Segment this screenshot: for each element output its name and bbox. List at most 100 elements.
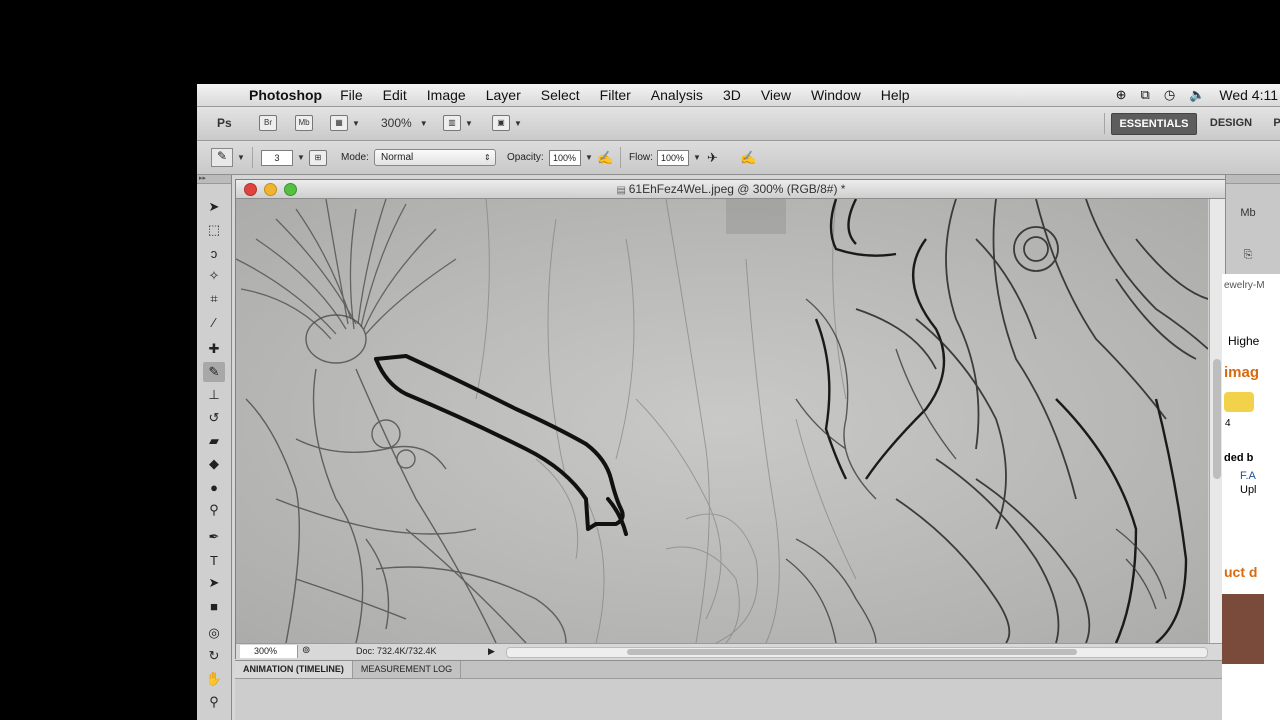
- marquee-tool-icon[interactable]: ⬚: [203, 220, 225, 240]
- panel-grip[interactable]: [1226, 175, 1280, 184]
- horizontal-scrollbar[interactable]: [506, 647, 1208, 658]
- menu-window[interactable]: Window: [811, 87, 861, 103]
- tool-preset-picker[interactable]: ✎ ▼: [211, 148, 245, 167]
- workspace-essentials[interactable]: ESSENTIALS: [1111, 113, 1197, 135]
- menu-help[interactable]: Help: [881, 87, 910, 103]
- bottom-panel-tabs: ANIMATION (TIMELINE) MEASUREMENT LOG: [235, 661, 1225, 679]
- divider: [252, 147, 253, 168]
- type-tool-icon[interactable]: T: [203, 550, 225, 570]
- opacity-field[interactable]: 100% ▼: [549, 149, 593, 166]
- zoom-level-value: 300%: [381, 116, 412, 130]
- bottom-panel: ANIMATION (TIMELINE) MEASUREMENT LOG: [235, 660, 1225, 720]
- workspace-painting[interactable]: P: [1271, 113, 1280, 133]
- brush-size-picker[interactable]: 3 ▼: [261, 149, 305, 166]
- status-menu-icon[interactable]: ⊚: [302, 645, 310, 656]
- history-brush-tool-icon[interactable]: ↺: [203, 408, 225, 428]
- vertical-scroll-thumb[interactable]: [1213, 359, 1221, 479]
- menu-file[interactable]: File: [340, 87, 363, 103]
- launch-mini-bridge-button[interactable]: Mb: [295, 114, 313, 132]
- brush-icon: ✎: [211, 148, 233, 167]
- bg-text-5: ded b: [1224, 452, 1254, 464]
- quick-selection-tool-icon[interactable]: ✧: [203, 266, 225, 286]
- pen-tool-icon[interactable]: ✒: [203, 527, 225, 547]
- workspace-design[interactable]: DESIGN: [1202, 113, 1260, 133]
- chevron-down-icon: ▼: [514, 118, 522, 128]
- blur-tool-icon[interactable]: ●: [203, 477, 225, 497]
- arrange-documents-button[interactable]: ▥ ▼: [443, 114, 473, 132]
- image-canvas[interactable]: [236, 199, 1208, 643]
- status-menu-globe-icon[interactable]: ⊕: [1116, 87, 1127, 103]
- document-title-bar[interactable]: ▤ 61EhFez4WeL.jpeg @ 300% (RGB/8#) *: [236, 180, 1226, 199]
- lasso-tool-icon[interactable]: ↄ: [203, 243, 225, 263]
- eyedropper-tool-icon[interactable]: ⁄: [203, 312, 225, 332]
- bg-text-6: F.A: [1240, 470, 1256, 482]
- menu-analysis[interactable]: Analysis: [651, 87, 703, 103]
- airbrush-icon: ✈: [707, 149, 718, 165]
- blend-mode-dropdown[interactable]: Normal ⇕: [374, 149, 503, 166]
- hand-tool-icon[interactable]: ✋: [203, 669, 225, 689]
- menu-select[interactable]: Select: [541, 87, 580, 103]
- time-machine-icon[interactable]: ◷: [1164, 87, 1175, 103]
- eraser-tool-icon[interactable]: ▰: [203, 431, 225, 451]
- bg-button-icon: [1224, 392, 1254, 412]
- flow-field[interactable]: 100% ▼: [657, 149, 701, 166]
- background-browser-page: ewelry-M Highe imag 4 ded b F.A Upl uct …: [1222, 274, 1280, 720]
- launch-bridge-button[interactable]: Br: [259, 114, 277, 132]
- chevron-down-icon: ▼: [352, 118, 360, 128]
- status-menu-windows-icon[interactable]: ⧉: [1141, 87, 1150, 103]
- menu-edit[interactable]: Edit: [383, 87, 407, 103]
- status-info-menu-arrow-icon[interactable]: ▶: [488, 646, 495, 657]
- pressure-size-button[interactable]: ✍: [740, 149, 756, 166]
- screen-mode-button[interactable]: ▣ ▼: [492, 114, 522, 132]
- 3d-rotate-tool-icon[interactable]: ◎: [203, 623, 225, 643]
- panel-grip[interactable]: ▸▸: [197, 175, 231, 184]
- divider: [1104, 113, 1105, 134]
- menu-app-photoshop[interactable]: Photoshop: [249, 87, 322, 103]
- gradient-tool-icon[interactable]: ◆: [203, 454, 225, 474]
- brush-panel-icon: ⊞: [309, 149, 327, 166]
- document-status-bar: 300% ⊚ Doc: 732.4K/732.4K ▶: [236, 643, 1226, 659]
- healing-brush-tool-icon[interactable]: ✚: [203, 339, 225, 359]
- menu-clock[interactable]: Wed 4:11: [1219, 87, 1278, 103]
- brush-tool-icon[interactable]: ✎: [203, 362, 225, 382]
- menu-layer[interactable]: Layer: [486, 87, 521, 103]
- menu-image[interactable]: Image: [427, 87, 466, 103]
- tab-animation-timeline[interactable]: ANIMATION (TIMELINE): [235, 661, 353, 678]
- document-size-info: Doc: 732.4K/732.4K: [356, 646, 437, 656]
- tab-measurement-log[interactable]: MEASUREMENT LOG: [353, 661, 462, 678]
- menu-filter[interactable]: Filter: [600, 87, 631, 103]
- clone-stamp-tool-icon[interactable]: ⊥: [203, 385, 225, 405]
- brush-size-value: 3: [261, 149, 293, 166]
- bg-thumbnail-image: [1222, 594, 1264, 664]
- chevron-down-icon: ▼: [297, 153, 305, 162]
- mini-bridge-icon: Mb: [295, 115, 313, 131]
- zoom-tool-icon[interactable]: ⚲: [203, 692, 225, 712]
- crop-tool-icon[interactable]: ⌗: [203, 289, 225, 309]
- dodge-tool-icon[interactable]: ⚲: [203, 500, 225, 520]
- zoom-level-dropdown[interactable]: 300% ▼: [381, 114, 428, 132]
- tool-options-bar: ✎ ▼ 3 ▼ ⊞ Mode: Normal ⇕ Opacity: 100% ▼ ✍ F…: [197, 141, 1280, 175]
- bg-text-4: 4: [1225, 418, 1231, 429]
- bg-text-8: uct d: [1224, 564, 1258, 580]
- pressure-opacity-button[interactable]: ✍: [597, 149, 613, 166]
- pen-pressure-size-icon: ✍: [740, 149, 757, 165]
- status-zoom-field[interactable]: 300%: [240, 645, 298, 658]
- menu-3d[interactable]: 3D: [723, 87, 741, 103]
- document-window: ▤ 61EhFez4WeL.jpeg @ 300% (RGB/8#) * 300…: [235, 179, 1227, 659]
- sketch-artwork: [236, 199, 1208, 643]
- history-panel-icon[interactable]: ⎘: [1238, 245, 1258, 265]
- 3d-orbit-tool-icon[interactable]: ↻: [203, 646, 225, 666]
- brush-panel-toggle[interactable]: ⊞: [309, 149, 327, 166]
- path-selection-tool-icon[interactable]: ➤: [203, 573, 225, 593]
- document-title: ▤ 61EhFez4WeL.jpeg @ 300% (RGB/8#) *: [236, 182, 1226, 196]
- mini-bridge-panel-icon[interactable]: Mb: [1238, 203, 1258, 223]
- volume-icon[interactable]: 🔈: [1189, 87, 1205, 103]
- document-title-text: 61EhFez4WeL.jpeg @ 300% (RGB/8#) *: [628, 182, 846, 196]
- airbrush-button[interactable]: ✈: [707, 149, 718, 166]
- rectangle-tool-icon[interactable]: ■: [203, 596, 225, 616]
- horizontal-scroll-thumb[interactable]: [627, 649, 1077, 655]
- menu-view[interactable]: View: [761, 87, 791, 103]
- screen: Photoshop File Edit Image Layer Select F…: [197, 84, 1280, 720]
- view-extras-button[interactable]: ▦ ▼: [330, 114, 360, 132]
- move-tool-icon[interactable]: ➤: [203, 197, 225, 217]
